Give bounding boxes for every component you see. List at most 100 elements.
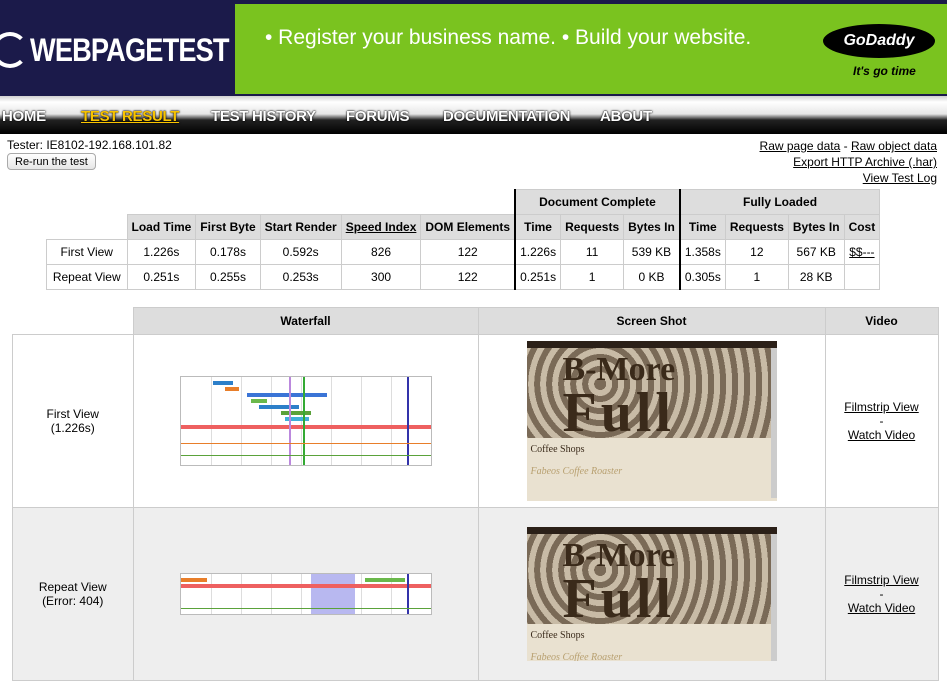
- nav-test-result[interactable]: TEST RESULT: [81, 108, 179, 125]
- filmstrip-view-link[interactable]: Filmstrip View: [844, 400, 918, 414]
- col-doc-requests: Requests: [560, 214, 625, 240]
- screenshot-cell[interactable]: B-More Full Coffee Shops Fabeos Coffee R…: [477, 334, 826, 508]
- col-dom-elements: DOM Elements: [420, 214, 516, 240]
- col-doc-bytes-in: Bytes In: [623, 214, 681, 240]
- table-cell: 0.592s: [259, 239, 342, 265]
- table-row: Repeat View 0.251s 0.255s 0.253s 300 122…: [46, 264, 881, 290]
- table-cell: 122: [420, 264, 516, 290]
- shot-text: Fabeos Coffee Roaster: [530, 466, 623, 477]
- separator: -: [879, 587, 884, 601]
- header: WEBPAGETEST • Register your business nam…: [0, 0, 947, 96]
- video-cell: Filmstrip View - Watch Video: [824, 334, 939, 508]
- table-cell: 122: [420, 239, 516, 265]
- table-cell: 0.251s: [514, 264, 562, 290]
- table-cell: 11: [560, 239, 625, 265]
- col-full-bytes-in: Bytes In: [787, 214, 845, 240]
- table-cell: 28 KB: [787, 264, 845, 290]
- row-label: First View: [46, 239, 128, 265]
- first-view-label: First View (1.226s): [12, 334, 134, 508]
- link-separator: -: [840, 139, 851, 153]
- fully-loaded-header: Fully Loaded: [678, 189, 881, 215]
- logo-text: WEBPAGETEST: [30, 32, 230, 68]
- screenshot-header: Screen Shot: [477, 307, 826, 335]
- shot-title-large: Full: [562, 568, 675, 630]
- screenshot-cell[interactable]: B-More Full Coffee Shops Fabeos Coffee R…: [477, 507, 826, 681]
- repeat-view-row: Repeat View (Error: 404) B-More Full Coff…: [12, 507, 939, 681]
- table-cell: 0.305s: [678, 264, 726, 290]
- video-cell: Filmstrip View - Watch Video: [824, 507, 939, 681]
- godaddy-tagline: It's go time: [853, 64, 916, 78]
- godaddy-ad-banner[interactable]: • Register your business name. • Build y…: [235, 4, 947, 94]
- shot-text: Coffee Shops: [530, 444, 585, 455]
- rerun-test-button[interactable]: Re-run the test: [7, 153, 96, 170]
- nav-test-history[interactable]: TEST HISTORY: [211, 108, 316, 125]
- shot-text: Fabeos Coffee Roaster: [530, 652, 623, 661]
- table-cell: 0.178s: [195, 239, 261, 265]
- screenshot-first[interactable]: B-More Full Coffee Shops Fabeos Coffee R…: [526, 341, 777, 501]
- document-complete-header: Document Complete: [514, 189, 681, 215]
- separator: -: [879, 414, 884, 428]
- table-cell: 826: [340, 239, 422, 265]
- waterfall-cell[interactable]: [132, 334, 479, 508]
- col-full-time: Time: [678, 214, 726, 240]
- view-label: Repeat View: [38, 580, 107, 594]
- table-cell: 0.253s: [259, 264, 342, 290]
- speedometer-icon: [0, 32, 28, 68]
- godaddy-logo: GoDaddy It's go time: [823, 24, 935, 86]
- col-doc-time: Time: [514, 214, 562, 240]
- results-table: Document Complete Fully Loaded Load Time…: [46, 189, 881, 290]
- result-links: Raw page data - Raw object data Export H…: [760, 138, 937, 186]
- view-sublabel: (Error: 404): [42, 594, 104, 608]
- col-load-time: Load Time: [126, 214, 197, 240]
- ad-text: • Register your business name. • Build y…: [265, 26, 752, 49]
- table-cell: 300: [340, 264, 422, 290]
- nav-forums[interactable]: FORUMS: [346, 108, 410, 125]
- view-sublabel: (1.226s): [50, 421, 95, 435]
- watch-video-link[interactable]: Watch Video: [848, 601, 915, 615]
- view-label: First View: [46, 407, 99, 421]
- first-view-row: First View (1.226s) B-More Full Coffee S…: [12, 334, 939, 508]
- table-cell: 0 KB: [623, 264, 681, 290]
- shot-text: Coffee Shops: [530, 630, 585, 641]
- webpagetest-logo[interactable]: WEBPAGETEST: [0, 24, 230, 74]
- view-test-log-link[interactable]: View Test Log: [863, 171, 937, 185]
- col-start-render: Start Render: [259, 214, 342, 240]
- waterfall-cell[interactable]: [132, 507, 479, 681]
- table-cell: 1.226s: [514, 239, 562, 265]
- waterfall-thumbnail-repeat[interactable]: [179, 573, 432, 615]
- table-row: First View 1.226s 0.178s 0.592s 826 122 …: [46, 239, 881, 265]
- table-cell: 1.358s: [678, 239, 726, 265]
- tester-info: Tester: IE8102-192.168.101.82: [7, 138, 172, 152]
- nav-documentation[interactable]: DOCUMENTATION: [443, 108, 571, 125]
- filmstrip-view-link[interactable]: Filmstrip View: [844, 573, 918, 587]
- col-first-byte: First Byte: [195, 214, 261, 240]
- nav-about[interactable]: ABOUT: [600, 108, 652, 125]
- waterfall-thumbnail-first[interactable]: [179, 376, 432, 466]
- cost-link[interactable]: $$---: [849, 245, 874, 259]
- raw-page-data-link[interactable]: Raw page data: [760, 139, 841, 153]
- col-speed-index[interactable]: Speed Index: [340, 214, 422, 240]
- table-cell: 1.226s: [126, 239, 197, 265]
- row-label: Repeat View: [46, 264, 128, 290]
- export-har-link[interactable]: Export HTTP Archive (.har): [793, 155, 937, 169]
- speed-index-link[interactable]: Speed Index: [346, 220, 417, 234]
- table-cell: 539 KB: [623, 239, 681, 265]
- table-cell: 1: [724, 264, 789, 290]
- table-cell: [843, 264, 881, 290]
- table-cell: 567 KB: [787, 239, 845, 265]
- media-grid: Waterfall Screen Shot Video First View (1…: [12, 307, 939, 681]
- nav-home[interactable]: HOME: [2, 108, 46, 125]
- col-cost: Cost: [843, 214, 881, 240]
- table-cell: 12: [724, 239, 789, 265]
- col-full-requests: Requests: [724, 214, 789, 240]
- table-cell: 0.251s: [126, 264, 197, 290]
- table-cell: 0.255s: [195, 264, 261, 290]
- cost-cell[interactable]: $$---: [843, 239, 881, 265]
- table-cell: 1: [560, 264, 625, 290]
- video-header: Video: [824, 307, 939, 335]
- main-nav: HOME TEST RESULT TEST HISTORY FORUMS DOC…: [0, 96, 947, 134]
- repeat-view-label: Repeat View (Error: 404): [12, 507, 134, 681]
- godaddy-brand: GoDaddy: [823, 24, 935, 58]
- watch-video-link[interactable]: Watch Video: [848, 428, 915, 442]
- raw-object-data-link[interactable]: Raw object data: [851, 139, 937, 153]
